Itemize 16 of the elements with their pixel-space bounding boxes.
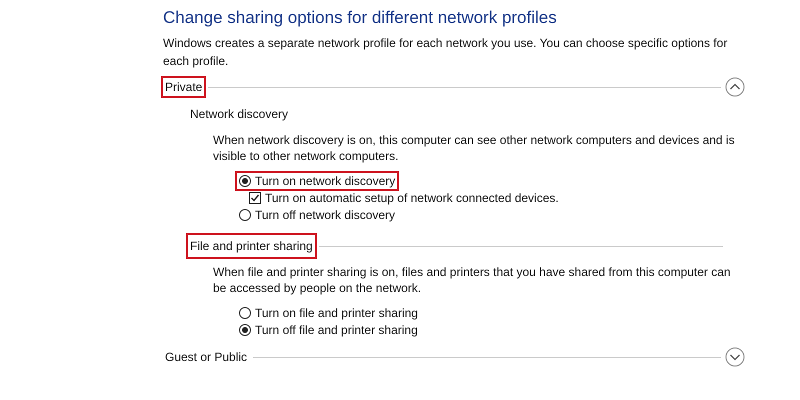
checkbox-option[interactable]: Turn on automatic setup of network connected devices. — [247, 190, 561, 206]
radio-option[interactable]: Turn off file and printer sharing — [237, 322, 420, 338]
description-text: When network discovery is on, this computer can see other network computers and devices and is visible to other network computers. — [212, 132, 736, 164]
page-title: Change sharing options for different network profiles — [163, 7, 558, 29]
description-text: Windows creates a separate network profile for each network you use. You can choose specific options for each profile. — [163, 35, 728, 70]
section-heading: Network discovery — [189, 106, 290, 123]
profile-header[interactable]: Private — [163, 78, 204, 96]
radio-option[interactable]: Turn off network discovery — [237, 207, 398, 223]
radio-option[interactable]: Turn on file and printer sharing — [237, 305, 420, 321]
profile-header[interactable]: Guest or Public — [163, 348, 250, 366]
expand-icon[interactable] — [725, 347, 745, 367]
checkmark-icon — [250, 193, 260, 203]
collapse-icon[interactable] — [725, 77, 745, 97]
description-text: When file and printer sharing is on, files and printers that you have shared from this computer can be accessed by people on the network. — [212, 264, 732, 296]
section-heading: File and printer sharing — [188, 235, 315, 257]
radio-option[interactable]: Turn on network discovery — [237, 173, 398, 189]
